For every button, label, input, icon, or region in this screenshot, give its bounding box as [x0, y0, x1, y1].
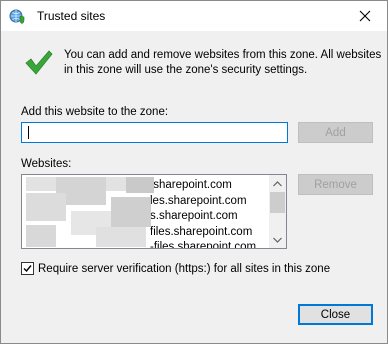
scroll-down-button[interactable] — [269, 231, 286, 248]
trusted-sites-dialog: Trusted sites You can add and remove web… — [0, 0, 388, 344]
text-caret — [28, 126, 29, 139]
green-check-icon — [25, 50, 53, 75]
websites-label: Websites: — [21, 158, 72, 170]
chevron-up-icon — [273, 180, 282, 186]
websites-list[interactable]: .sharepoint.com les.sharepoint.com s.sha… — [21, 174, 287, 249]
remove-button[interactable]: Remove — [298, 174, 373, 195]
redacted-region — [26, 177, 168, 247]
scroll-up-button[interactable] — [269, 175, 286, 192]
require-verification-label: Require server verification (https:) for… — [38, 262, 331, 275]
globe-shield-icon — [9, 9, 25, 24]
window-close-button[interactable] — [343, 1, 387, 31]
add-button[interactable]: Add — [298, 122, 373, 143]
add-website-input[interactable] — [21, 122, 288, 143]
require-verification-checkbox[interactable] — [21, 262, 34, 275]
close-button[interactable]: Close — [298, 304, 373, 325]
websites-scrollbar[interactable] — [269, 175, 286, 248]
scroll-thumb[interactable] — [270, 192, 285, 213]
window-title: Trusted sites — [37, 9, 106, 23]
checkmark-icon — [23, 265, 32, 273]
close-icon — [359, 10, 371, 22]
add-website-label: Add this website to the zone: — [21, 106, 169, 118]
title-bar: Trusted sites — [1, 1, 387, 31]
require-verification-row[interactable]: Require server verification (https:) for… — [21, 262, 330, 275]
intro-text: You can add and remove websites from thi… — [64, 49, 382, 76]
chevron-down-icon — [273, 237, 282, 243]
